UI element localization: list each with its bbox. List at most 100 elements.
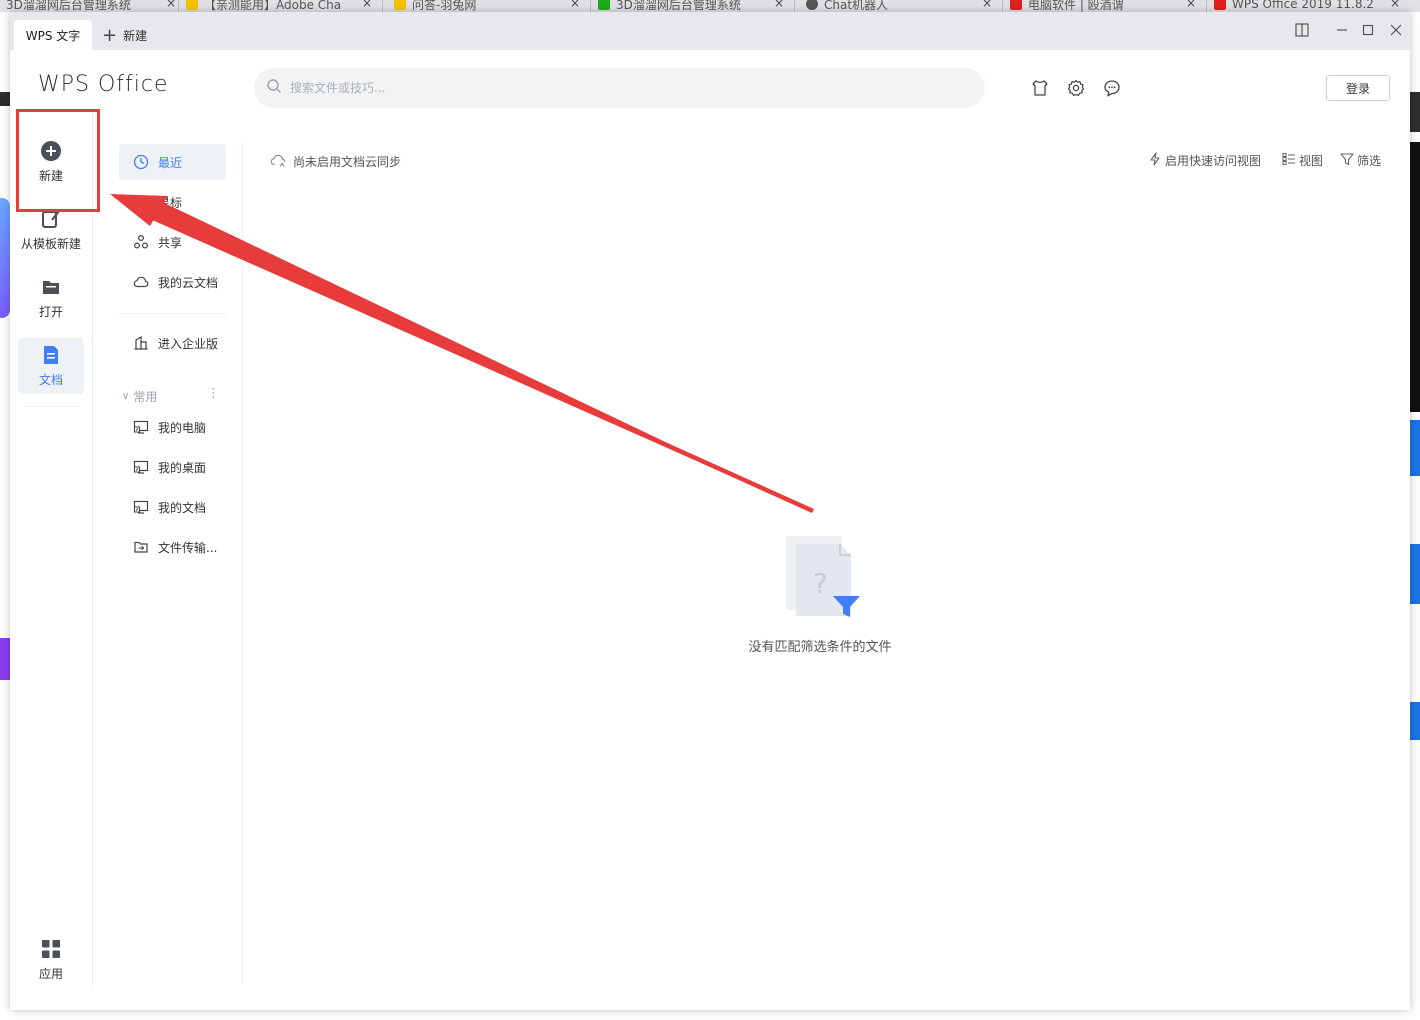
nav-item-enterprise[interactable]: 进入企业版 (119, 325, 226, 361)
search-icon (266, 78, 282, 98)
nav-separator (119, 313, 226, 314)
titlebar: WPS 文字 + 新建 (10, 12, 1410, 50)
lightning-icon (1148, 152, 1162, 169)
search-input[interactable] (290, 81, 890, 95)
empty-state-illustration: ? (785, 536, 865, 618)
browser-tab[interactable]: WPS Office 2019 11.8.2 × (1214, 0, 1400, 12)
documents-shortcut-icon (133, 499, 149, 515)
nav-item-my-computer[interactable]: 我的电脑 (119, 409, 226, 445)
computer-shortcut-icon (133, 419, 149, 435)
nav-item-starred[interactable]: 星标 (119, 184, 226, 220)
rail-apps-button[interactable]: 应用 (18, 938, 84, 988)
nav-item-label: 进入企业版 (158, 336, 219, 351)
browser-tab[interactable]: 3D溜溜网后台管理系统 × (6, 0, 176, 12)
tab-separator (1002, 0, 1003, 12)
share-icon (133, 234, 149, 250)
new-tab-button[interactable]: + 新建 (102, 20, 147, 50)
background-page-right-edge (1410, 12, 1420, 1020)
rail-open-button[interactable]: 打开 (18, 276, 84, 326)
new-tab-label: 新建 (123, 28, 148, 43)
nav-item-label: 我的电脑 (158, 420, 207, 435)
tab-separator (382, 0, 383, 12)
layout-toggle-icon[interactable] (1290, 20, 1314, 40)
nav-item-file-transfer[interactable]: 文件传输... (119, 529, 226, 565)
browser-tab[interactable]: 3D溜溜网后台管理系统 × (598, 0, 784, 12)
transfer-icon (133, 539, 149, 555)
view-label: 视图 (1299, 154, 1324, 168)
browser-tab[interactable]: 【亲测能用】Adobe Cha × (186, 0, 372, 12)
rail-template-label: 从模板新建 (20, 237, 81, 251)
empty-state-message: 没有匹配筛选条件的文件 (748, 640, 892, 655)
browser-tab-close-icon[interactable]: × (774, 0, 784, 10)
browser-tab-close-icon[interactable]: × (570, 0, 580, 10)
nav-group-label: 常用 (133, 389, 158, 404)
favicon-icon (186, 0, 198, 10)
favicon-icon (394, 0, 406, 10)
list-view-icon (1282, 152, 1296, 169)
tab-separator (1206, 0, 1207, 12)
skin-icon[interactable] (1030, 78, 1050, 98)
browser-tab-close-icon[interactable]: × (362, 0, 372, 10)
nav-item-my-desktop[interactable]: 我的桌面 (119, 449, 226, 485)
nav-divider (242, 142, 243, 984)
tab-separator (590, 0, 591, 12)
rail-open-label: 打开 (38, 305, 63, 319)
nav-group-header-common[interactable]: ∨ 常用 ⋮ (122, 386, 222, 404)
quick-access-view-button[interactable]: 启用快速访问视图 (1148, 152, 1261, 169)
browser-tab-close-icon[interactable]: × (1390, 0, 1400, 10)
nav-item-label: 星标 (158, 195, 183, 210)
wps-window: WPS 文字 + 新建 WPS Office 登录 (10, 12, 1410, 1010)
rail-documents-label: 文档 (38, 373, 63, 387)
feedback-icon[interactable] (1102, 78, 1122, 98)
svg-text:?: ? (813, 567, 828, 600)
cloud-icon (133, 274, 149, 290)
nav-item-cloud-docs[interactable]: 我的云文档 (119, 264, 226, 300)
nav-item-label: 我的文档 (158, 500, 207, 515)
rail-template-button[interactable]: 从模板新建 (18, 208, 84, 258)
document-icon (40, 344, 62, 366)
browser-tab[interactable]: 电脑软件 | 殴酒谓 × (1010, 0, 1196, 12)
more-options-icon[interactable]: ⋮ (207, 386, 220, 401)
view-button[interactable]: 视图 (1282, 152, 1323, 169)
nav-item-label: 共享 (158, 235, 183, 250)
nav-item-recent[interactable]: 最近 (119, 144, 226, 180)
filter-label: 筛选 (1357, 154, 1382, 168)
browser-tab[interactable]: Chat机器人 × (806, 0, 992, 12)
background-page-left-edge (0, 12, 10, 1020)
star-icon (133, 194, 149, 210)
nav-item-label: 我的云文档 (158, 275, 219, 290)
tab-separator (794, 0, 795, 12)
nav-item-label: 最近 (158, 155, 183, 170)
quick-access-view-label: 启用快速访问视图 (1165, 154, 1262, 168)
chevron-down-icon: ∨ (122, 390, 130, 402)
cloud-sync-status[interactable]: 尚未启用文档云同步 (270, 152, 401, 171)
tab-wps-writer[interactable]: WPS 文字 (14, 20, 92, 50)
apps-grid-icon (40, 938, 62, 960)
settings-icon[interactable] (1066, 78, 1086, 98)
filter-button[interactable]: 筛选 (1340, 152, 1381, 169)
filter-icon (1340, 152, 1354, 169)
search-bar[interactable] (254, 68, 985, 108)
annotation-highlight-box (16, 109, 100, 212)
rail-apps-label: 应用 (38, 967, 63, 981)
browser-tab-close-icon[interactable]: × (1186, 0, 1196, 10)
rail-documents-button[interactable]: 文档 (18, 338, 84, 394)
cloud-sync-icon (270, 152, 287, 171)
close-icon[interactable] (1384, 20, 1408, 40)
nav-item-shared[interactable]: 共享 (119, 224, 226, 260)
browser-tab-close-icon[interactable]: × (166, 0, 176, 10)
favicon-icon (1010, 0, 1022, 10)
maximize-icon[interactable] (1356, 20, 1380, 40)
rail-divider (92, 112, 93, 990)
clock-icon (133, 154, 149, 170)
favicon-icon (598, 0, 610, 10)
browser-tab[interactable]: 问答-羽兔网 × (394, 0, 580, 12)
plus-icon: + (102, 24, 118, 46)
building-icon (133, 335, 149, 351)
browser-tab-close-icon[interactable]: × (982, 0, 992, 10)
nav-item-my-documents[interactable]: 我的文档 (119, 489, 226, 525)
background-page-bottom-edge (0, 1010, 1420, 1020)
minimize-icon[interactable] (1330, 20, 1354, 40)
favicon-icon (1214, 0, 1226, 10)
login-button[interactable]: 登录 (1326, 75, 1390, 101)
